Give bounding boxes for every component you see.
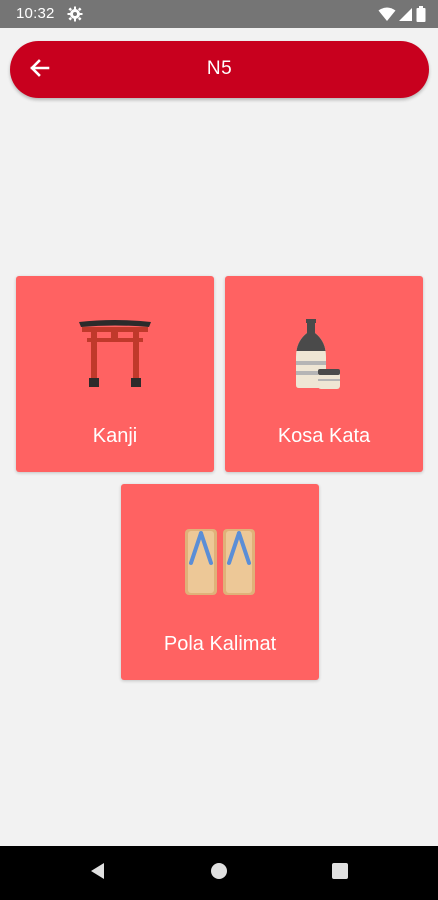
nav-home-button[interactable] <box>209 862 229 885</box>
status-bar: 10:32 <box>0 0 438 28</box>
app-bar: N5 <box>10 41 429 98</box>
kosa-kata-label: Kosa Kata <box>277 425 371 447</box>
pola-kalimat-card[interactable]: Pola Kalimat <box>121 484 319 680</box>
wifi-icon <box>378 7 396 27</box>
pola-kalimat-label: Pola Kalimat <box>163 633 277 655</box>
status-icons <box>378 6 426 27</box>
kosa-kata-card[interactable]: Kosa Kata <box>225 276 423 472</box>
home-circle-icon <box>210 862 228 885</box>
kanji-card[interactable]: Kanji <box>16 276 214 472</box>
page-title: N5 <box>206 58 233 79</box>
sake-bottle-icon <box>225 316 423 392</box>
nav-back-button[interactable] <box>88 862 108 885</box>
system-nav-bar <box>0 846 438 900</box>
back-triangle-icon <box>89 862 107 885</box>
kanji-label: Kanji <box>92 425 138 447</box>
signal-icon <box>399 7 413 27</box>
battery-icon <box>416 6 426 27</box>
settings-gear-icon <box>67 6 83 22</box>
torii-gate-icon <box>16 316 214 392</box>
status-time: 10:32 <box>16 5 55 22</box>
geta-sandals-icon <box>121 524 319 600</box>
recents-square-icon <box>331 862 349 885</box>
nav-recents-button[interactable] <box>330 862 350 885</box>
